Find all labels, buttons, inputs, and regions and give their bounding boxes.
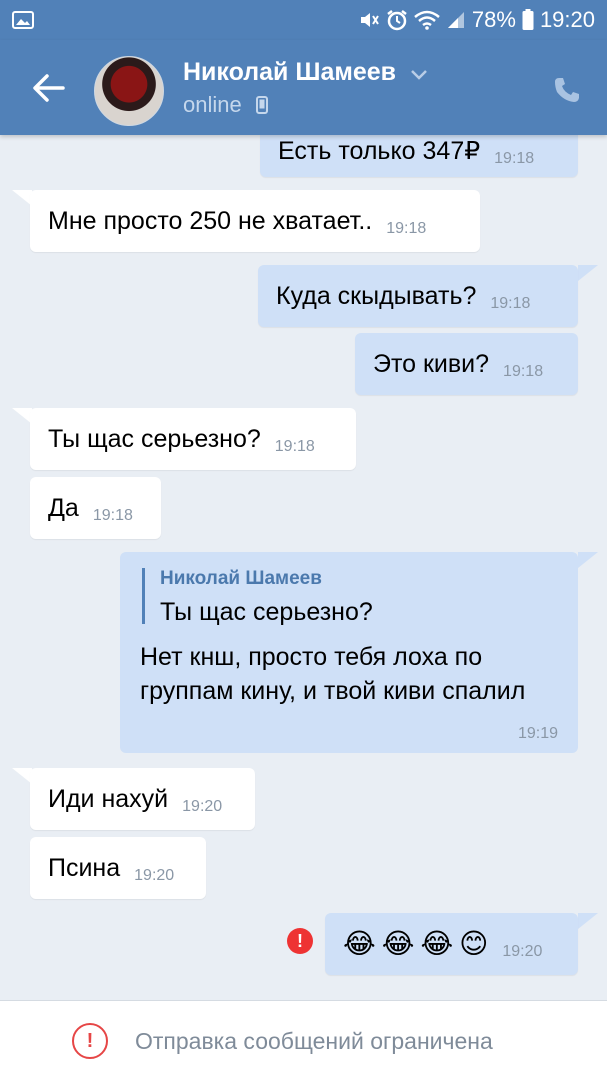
bubble-tail bbox=[578, 265, 598, 281]
message-time: 19:18 bbox=[494, 150, 535, 167]
message-text: Куда скыдывать? bbox=[276, 281, 477, 310]
emoji: 😂 bbox=[381, 928, 415, 959]
restriction-bar: ! Отправка сообщений ограничена bbox=[0, 1000, 607, 1080]
quote-text[interactable]: Ты щас серьезно? bbox=[160, 598, 373, 627]
message-incoming[interactable]: Да 19:18 bbox=[30, 477, 161, 539]
alarm-icon bbox=[386, 9, 408, 31]
bubble-tail bbox=[12, 190, 32, 206]
exclamation-circle-icon: ! bbox=[72, 1023, 108, 1059]
clock: 19:20 bbox=[539, 7, 595, 32]
message-time: 19:18 bbox=[386, 220, 427, 237]
message-text: Да bbox=[48, 493, 79, 522]
message-text: Иди нахуй bbox=[48, 784, 169, 813]
contact-status: online bbox=[183, 92, 242, 117]
emoji-row: 😂 😂 😂 😊 bbox=[343, 930, 488, 958]
quote-bar bbox=[142, 568, 145, 624]
message-text: Ты щас серьезно? bbox=[48, 424, 261, 453]
mobile-phone-icon bbox=[256, 96, 268, 114]
bubble-tail bbox=[12, 408, 32, 424]
message-outgoing[interactable]: Это киви? 19:18 bbox=[355, 333, 578, 395]
emoji: 😂 bbox=[420, 928, 454, 959]
wifi-icon bbox=[414, 10, 440, 30]
message-time: 19:18 bbox=[92, 507, 133, 524]
quote-author[interactable]: Николай Шамеев bbox=[160, 568, 322, 590]
back-arrow-icon[interactable] bbox=[30, 72, 66, 104]
battery-percent: 78% bbox=[471, 7, 516, 32]
send-error-icon[interactable]: ! bbox=[287, 928, 313, 954]
bubble-tail bbox=[578, 552, 598, 568]
message-incoming[interactable]: Ты щас серьезно? 19:18 bbox=[30, 408, 356, 470]
image-notification-icon bbox=[12, 11, 34, 29]
message-incoming[interactable]: Мне просто 250 не хватает.. 19:18 bbox=[30, 190, 480, 252]
message-text: Это киви? bbox=[373, 349, 490, 378]
message-time: 19:20 bbox=[502, 943, 543, 960]
message-incoming[interactable]: Иди нахуй 19:20 bbox=[30, 768, 255, 830]
message-time: 19:19 bbox=[517, 725, 558, 742]
contact-name[interactable]: Николай Шамеев bbox=[183, 58, 396, 87]
message-outgoing[interactable]: Есть только 347₽ 19:18 bbox=[260, 135, 578, 177]
message-text: Нет кнш, просто тебя лоха по группам кин… bbox=[140, 643, 526, 705]
message-list[interactable]: Есть только 347₽ 19:18 Мне просто 250 не… bbox=[0, 135, 607, 1000]
message-time: 19:18 bbox=[490, 295, 531, 312]
battery-icon bbox=[522, 9, 534, 31]
avatar[interactable] bbox=[94, 56, 164, 126]
message-incoming[interactable]: Псина 19:20 bbox=[30, 837, 206, 899]
message-text: Мне просто 250 не хватает.. bbox=[48, 206, 373, 235]
phone-call-icon[interactable] bbox=[552, 75, 582, 105]
chat-header: Николай Шамеев online bbox=[0, 40, 607, 135]
message-time: 19:18 bbox=[503, 363, 544, 380]
restriction-text: Отправка сообщений ограничена bbox=[135, 1028, 493, 1054]
emoji: 😊 bbox=[459, 928, 489, 959]
chevron-down-icon[interactable] bbox=[410, 68, 428, 80]
bubble-tail bbox=[578, 913, 598, 929]
message-time: 19:20 bbox=[134, 867, 175, 884]
emoji: 😂 bbox=[343, 928, 376, 959]
message-text: Псина bbox=[48, 853, 121, 882]
message-outgoing-reply[interactable]: Николай Шамеев Ты щас серьезно? Нет кнш,… bbox=[120, 552, 578, 753]
message-outgoing[interactable]: Куда скыдывать? 19:18 bbox=[258, 265, 578, 327]
message-text: Есть только 347₽ bbox=[278, 137, 481, 165]
message-time: 19:18 bbox=[274, 438, 315, 455]
message-outgoing[interactable]: 😂 😂 😂 😊 19:20 bbox=[325, 913, 578, 975]
signal-icon bbox=[446, 10, 466, 30]
bubble-tail bbox=[12, 768, 32, 784]
status-bar: 78% 19:20 bbox=[0, 0, 607, 40]
mute-icon bbox=[358, 10, 380, 30]
message-time: 19:20 bbox=[182, 798, 223, 815]
